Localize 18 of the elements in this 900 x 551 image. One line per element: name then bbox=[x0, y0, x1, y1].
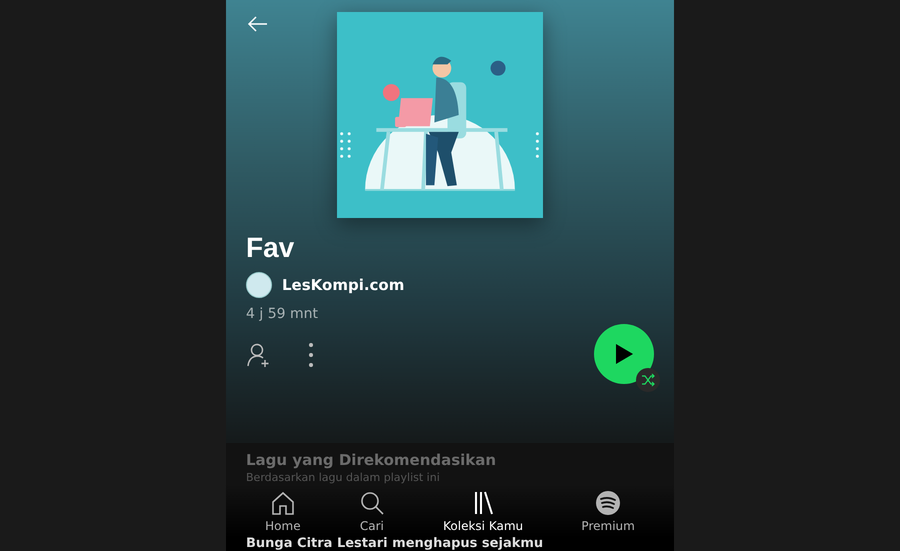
play-icon bbox=[613, 342, 635, 366]
nav-tab[interactable]: Cari bbox=[354, 488, 389, 535]
logo-icon bbox=[595, 490, 622, 516]
nav-tab[interactable]: Koleksi Kamu bbox=[439, 488, 528, 535]
playlist-duration: 4 j 59 mnt bbox=[246, 306, 319, 322]
nav-tab[interactable]: Premium bbox=[577, 488, 639, 535]
section-subtitle: Berdasarkan lagu dalam playlist ini bbox=[246, 471, 441, 484]
home-icon bbox=[270, 490, 296, 516]
song-title: Bunga Citra Lestari menghapus sejakmu bbox=[226, 537, 674, 551]
owner-avatar bbox=[246, 272, 272, 298]
playlist-title: Fav bbox=[246, 232, 296, 264]
search-icon bbox=[358, 490, 385, 516]
nav-tab[interactable]: Home bbox=[261, 488, 305, 535]
shuffle-icon bbox=[641, 373, 655, 387]
owner-name[interactable]: LesKompi.com bbox=[282, 276, 404, 294]
shuffle-button[interactable] bbox=[636, 368, 660, 392]
section-title: Lagu yang Direkomendasikan bbox=[246, 451, 498, 469]
more-options-icon[interactable] bbox=[308, 342, 314, 368]
